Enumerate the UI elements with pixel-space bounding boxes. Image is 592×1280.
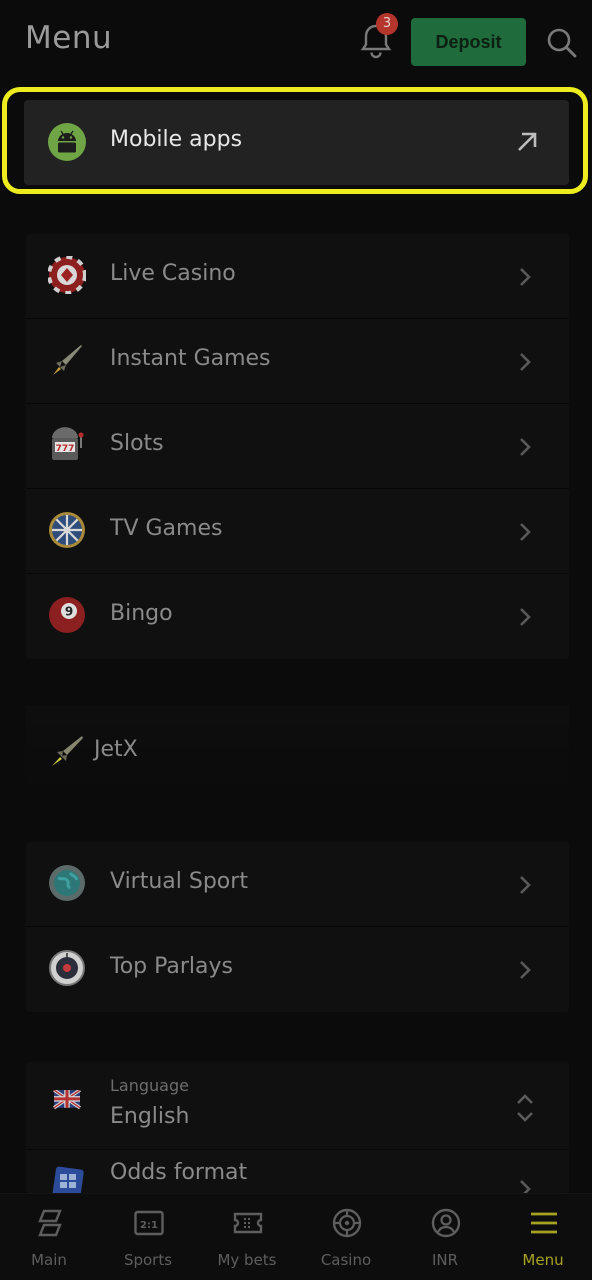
- odds-card-icon: [52, 1166, 84, 1193]
- deposit-button[interactable]: Deposit: [411, 18, 526, 66]
- menu-item-bingo[interactable]: 9 Bingo: [26, 574, 569, 659]
- search-icon[interactable]: [546, 27, 578, 59]
- language-selector[interactable]: Language English: [26, 1062, 569, 1150]
- menu-item-live-casino[interactable]: Live Casino: [26, 234, 569, 319]
- dial-icon: [49, 950, 85, 986]
- highlight-frame: [2, 87, 588, 194]
- chevron-right-icon: [520, 1180, 531, 1193]
- settings-menu: Language English Odds format: [26, 1062, 569, 1193]
- chevron-right-icon: [520, 608, 531, 626]
- rocket-icon: [53, 345, 82, 375]
- nav-inr[interactable]: INR: [396, 1194, 494, 1280]
- casino-icon: [332, 1208, 362, 1238]
- billiard-ball-icon: 9: [49, 597, 85, 633]
- nav-sports[interactable]: 2:1 Sports: [99, 1194, 197, 1280]
- chevron-right-icon: [520, 876, 531, 894]
- globe-icon: [49, 865, 85, 901]
- menu-item-label: Bingo: [110, 601, 173, 626]
- menu-item-tv-games[interactable]: TV Games: [26, 489, 569, 574]
- bottom-navigation: Main 2:1 Sports My bets Casino INR Menu: [0, 1193, 592, 1280]
- menu-item-instant-games[interactable]: Instant Games: [26, 319, 569, 404]
- menu-item-label: TV Games: [110, 516, 223, 541]
- header: Menu 3 Deposit: [0, 0, 592, 84]
- menu-item-slots[interactable]: 777 Slots: [26, 404, 569, 489]
- nav-casino[interactable]: Casino: [297, 1194, 395, 1280]
- jetx-label: JetX: [94, 737, 138, 762]
- menu-item-label: Slots: [110, 431, 164, 456]
- casino-chip-icon: [48, 256, 86, 294]
- sports-icon: 2:1: [134, 1210, 164, 1236]
- page-title: Menu: [25, 20, 113, 56]
- nav-label: INR: [431, 1251, 459, 1269]
- odds-format-item[interactable]: Odds format: [26, 1150, 569, 1193]
- ticket-icon: [233, 1212, 263, 1234]
- menu-item-label: Virtual Sport: [110, 869, 248, 894]
- nav-main[interactable]: Main: [0, 1194, 98, 1280]
- jet-icon: [52, 736, 83, 766]
- notification-badge: 3: [376, 13, 398, 35]
- games-menu: Live Casino Instant Games 777 Slots TV G…: [26, 234, 569, 659]
- nav-label: Main: [31, 1251, 67, 1269]
- nav-label: Casino: [320, 1251, 372, 1269]
- menu-item-virtual-sport[interactable]: Virtual Sport: [26, 842, 569, 927]
- menu-item-label: Live Casino: [110, 261, 236, 286]
- menu-item-top-parlays[interactable]: Top Parlays: [26, 927, 569, 1012]
- odds-format-label: Odds format: [110, 1160, 248, 1185]
- uk-flag-icon: [53, 1090, 81, 1110]
- menu-item-jetx[interactable]: JetX: [26, 706, 569, 794]
- menu-item-label: Instant Games: [110, 346, 271, 371]
- up-down-chevron-icon: [517, 1094, 533, 1122]
- nav-menu[interactable]: Menu: [494, 1194, 592, 1280]
- svg-text:9: 9: [65, 605, 73, 619]
- menu-item-label: Top Parlays: [110, 954, 233, 979]
- hamburger-icon: [531, 1212, 557, 1234]
- sports-menu: Virtual Sport Top Parlays: [26, 842, 569, 1012]
- slot-machine-icon: 777: [52, 427, 84, 460]
- chevron-right-icon: [520, 268, 531, 286]
- chevron-right-icon: [520, 523, 531, 541]
- user-icon: [431, 1208, 461, 1238]
- nav-label: Menu: [522, 1251, 564, 1269]
- chevron-right-icon: [520, 961, 531, 979]
- svg-text:2:1: 2:1: [140, 1220, 158, 1231]
- chevron-right-icon: [520, 438, 531, 456]
- nav-label: Sports: [123, 1251, 173, 1269]
- nav-my-bets[interactable]: My bets: [198, 1194, 296, 1280]
- language-value: English: [110, 1104, 190, 1129]
- wheel-icon: [49, 512, 85, 548]
- svg-text:777: 777: [56, 444, 75, 454]
- main-icon: [38, 1209, 62, 1237]
- chevron-right-icon: [520, 353, 531, 371]
- language-caption: Language: [110, 1076, 189, 1095]
- nav-label: My bets: [217, 1251, 277, 1269]
